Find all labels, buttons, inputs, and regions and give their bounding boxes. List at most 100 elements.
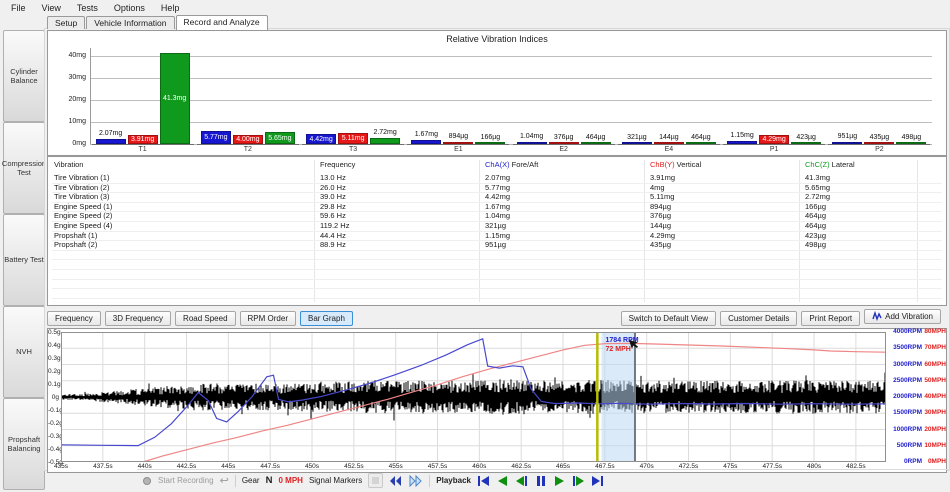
bar-value-label: 166µg bbox=[468, 134, 512, 141]
view-button-bar-graph[interactable]: Bar Graph bbox=[300, 311, 353, 326]
play-back-icon[interactable] bbox=[496, 475, 509, 487]
skip-end-icon[interactable] bbox=[591, 475, 604, 487]
bar-value-label: 1.15mg bbox=[720, 132, 764, 139]
bar-chart-title: Relative Vibration Indices bbox=[48, 34, 946, 44]
skip-start-icon[interactable] bbox=[477, 475, 490, 487]
bar-baseline bbox=[577, 144, 615, 145]
recording-chart[interactable]: 1784 RPM72 MPH bbox=[61, 332, 886, 462]
bar-value-label: 41.3mg bbox=[161, 54, 189, 143]
signal-markers-label: Signal Markers bbox=[309, 476, 362, 485]
bar-p1-3 bbox=[791, 142, 821, 144]
bar-value-label: 2.07mg bbox=[89, 130, 133, 137]
bar-t2-1: 5.77mg bbox=[201, 131, 231, 144]
vibration-table-panel: VibrationFrequencyChA(X) Fore/AftChB(Y) … bbox=[47, 156, 947, 306]
table-cell: 13.0 Hz bbox=[320, 173, 346, 183]
view-button-rpm-order[interactable]: RPM Order bbox=[240, 311, 296, 326]
add-vibration-icon bbox=[872, 311, 882, 321]
table-header-row: VibrationFrequencyChA(X) Fore/AftChB(Y) … bbox=[48, 160, 946, 171]
menu-item-view[interactable]: View bbox=[34, 2, 69, 14]
table-cell: 321µg bbox=[485, 221, 506, 231]
right-axis-row: 3000RPM60MPH bbox=[889, 361, 946, 368]
reset-icon[interactable]: ↩ bbox=[220, 476, 229, 486]
bar-value-label: 2.72mg bbox=[363, 129, 407, 136]
step-back-icon[interactable] bbox=[515, 475, 528, 487]
separator bbox=[235, 475, 236, 487]
table-cell: 951µg bbox=[485, 240, 506, 250]
tab-content: Relative Vibration Indices 0mg10mg20mg30… bbox=[44, 28, 950, 471]
view-button-3d-frequency[interactable]: 3D Frequency bbox=[105, 311, 171, 326]
sidebar-item-battery-test[interactable]: Battery Test bbox=[3, 214, 45, 306]
g-axis-label: 0.3g bbox=[48, 355, 59, 362]
gear-value: N bbox=[266, 475, 273, 486]
menu-item-file[interactable]: File bbox=[3, 2, 34, 14]
relative-vibration-chart: T12.07mg3.91mg41.3mgT25.77mg4.00mg5.65mg… bbox=[90, 48, 932, 144]
x-axis-label: 437.5s bbox=[86, 463, 120, 470]
menu-item-tests[interactable]: Tests bbox=[69, 2, 106, 14]
col-header-vibration: Vibration bbox=[54, 160, 83, 169]
sidebar-item-propshaft-balancing[interactable]: Propshaft Balancing bbox=[3, 398, 45, 490]
bar-value-label: 464µg bbox=[679, 134, 723, 141]
y-tick-label: 30mg bbox=[50, 74, 86, 81]
table-cell: 29.8 Hz bbox=[320, 202, 346, 212]
sidebar-item-compression-test[interactable]: Compression Test bbox=[3, 122, 45, 214]
table-cell: 464µg bbox=[805, 211, 826, 221]
action-button-add-vibration[interactable]: Add Vibration bbox=[864, 309, 941, 324]
bar-group-label: P2 bbox=[859, 146, 899, 153]
svg-text:72 MPH: 72 MPH bbox=[606, 346, 631, 353]
tab-record-and-analyze[interactable]: Record and Analyze bbox=[176, 15, 268, 30]
gridline bbox=[90, 78, 932, 79]
next-marker-icon[interactable] bbox=[409, 475, 423, 487]
sidebar-item-nvh[interactable]: NVH bbox=[3, 306, 45, 398]
view-button-frequency[interactable]: Frequency bbox=[47, 311, 101, 326]
gridline bbox=[90, 56, 932, 57]
sidebar-item-cylinder-balance[interactable]: Cylinder Balance bbox=[3, 30, 45, 122]
table-cell: 4.42mg bbox=[485, 192, 510, 202]
bar-e1-2 bbox=[443, 142, 473, 144]
table-cell: 88.9 Hz bbox=[320, 240, 346, 250]
bar-group-label: E2 bbox=[544, 146, 584, 153]
action-button-customer-details[interactable]: Customer Details bbox=[720, 311, 797, 326]
tab-vehicle-information[interactable]: Vehicle Information bbox=[86, 16, 174, 29]
status-bar: Start Recording↩GearN0 MPHSignal Markers… bbox=[137, 469, 950, 491]
table-cell: 1.67mg bbox=[485, 202, 510, 212]
play-icon[interactable] bbox=[553, 475, 566, 487]
tab-setup[interactable]: Setup bbox=[47, 16, 85, 29]
table-cell: Tire Vibration (1) bbox=[54, 173, 109, 183]
action-button-print-report[interactable]: Print Report bbox=[801, 311, 860, 326]
bar-e4-1 bbox=[622, 142, 652, 144]
bar-p2-3 bbox=[896, 142, 926, 144]
bar-p2-2 bbox=[864, 142, 894, 144]
view-button-road-speed[interactable]: Road Speed bbox=[175, 311, 235, 326]
marker-tool-button[interactable] bbox=[368, 473, 383, 488]
pause-icon[interactable] bbox=[534, 475, 547, 487]
menu-item-help[interactable]: Help bbox=[153, 2, 188, 14]
table-cell: 423µg bbox=[805, 231, 826, 241]
bar-baseline bbox=[261, 144, 299, 145]
bar-value-label: 3.91mg bbox=[129, 136, 157, 143]
col-header-chb-y: ChB(Y) Vertical bbox=[650, 160, 701, 169]
sidebar-item-label: Battery Test bbox=[4, 255, 43, 264]
table-cell: 498µg bbox=[805, 240, 826, 250]
bar-group-label: E4 bbox=[649, 146, 689, 153]
bar-value-label: 4.42mg bbox=[307, 135, 335, 143]
g-axis-label: 0.1g bbox=[48, 381, 59, 388]
step-forward-icon[interactable] bbox=[572, 475, 585, 487]
bar-group-label: P1 bbox=[754, 146, 794, 153]
menu-item-options[interactable]: Options bbox=[106, 2, 153, 14]
bar-baseline bbox=[471, 144, 509, 145]
bar-group-label: T2 bbox=[228, 146, 268, 153]
right-axis-row: 4000RPM80MPH bbox=[889, 328, 946, 335]
bar-value-label: 5.77mg bbox=[202, 132, 230, 143]
g-axis-label: -0.2g bbox=[48, 420, 59, 427]
bar-value-label: 423µg bbox=[784, 134, 828, 141]
record-icon bbox=[142, 476, 152, 486]
right-axis-row: 500RPM10MPH bbox=[889, 442, 946, 449]
menu-bar: FileViewTestsOptionsHelp bbox=[0, 0, 950, 15]
col-header-cha-x: ChA(X) Fore/Aft bbox=[485, 160, 538, 169]
table-cell: Engine Speed (4) bbox=[54, 221, 112, 231]
action-button-switch-to-default-view[interactable]: Switch to Default View bbox=[621, 311, 716, 326]
start-recording-label: Start Recording bbox=[158, 476, 214, 485]
table-cell: Propshaft (1) bbox=[54, 231, 97, 241]
speed-value: 0 MPH bbox=[278, 476, 302, 485]
previous-marker-icon[interactable] bbox=[389, 475, 403, 487]
